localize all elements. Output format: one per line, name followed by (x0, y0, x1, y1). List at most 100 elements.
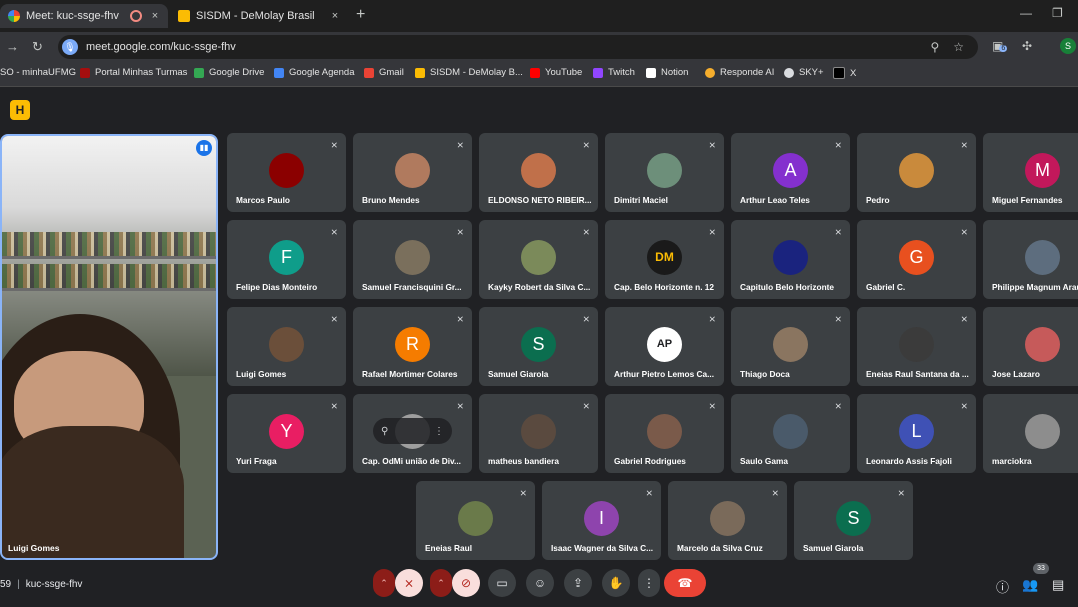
participant-tile[interactable]: ⨯ DM Cap. Belo Horizonte n. 12 (605, 220, 724, 299)
participant-tile[interactable]: ⨯ Samuel Francisquini Gr... (353, 220, 472, 299)
participant-avatar: S (521, 327, 556, 362)
participant-tile[interactable]: ⨯ Dimitri Maciel (605, 133, 724, 212)
bookmark-item[interactable]: SO - minhaUFMG (0, 67, 76, 78)
extensions-icon[interactable]: ✣ (1022, 39, 1032, 53)
participant-tile[interactable]: ⨯ AP Arthur Pietro Lemos Ca... (605, 307, 724, 386)
participant-tile[interactable]: ⨯Jose Lazaro (983, 307, 1078, 386)
bookmark-item[interactable]: X (833, 67, 856, 79)
bookmark-item[interactable]: Twitch (593, 67, 635, 78)
tile-hover-controls: ⚲ ⋮ (373, 418, 452, 444)
bookmark-item[interactable]: Google Agenda (274, 67, 355, 78)
more-options-button[interactable]: ⋮ (638, 569, 660, 597)
bookmark-item[interactable]: Notion (646, 67, 688, 78)
bookmark-item[interactable]: Portal Minhas Turmas (80, 67, 187, 78)
mic-muted-icon: ⨯ (834, 401, 842, 411)
participant-avatar (899, 153, 934, 188)
raise-hand-button[interactable]: ✋ (602, 569, 630, 597)
participant-tile[interactable]: ⨯ Saulo Gama (731, 394, 850, 473)
mic-off-button[interactable]: ⨯ (395, 569, 423, 597)
leave-call-button[interactable]: ☎ (664, 569, 706, 597)
bookmark-item[interactable]: SISDM - DeMolay B... (415, 67, 523, 78)
bookmark-star-icon[interactable]: ☆ (953, 40, 964, 54)
profile-avatar[interactable]: S (1060, 38, 1076, 54)
mic-muted-icon: ⨯ (834, 227, 842, 237)
participant-tile[interactable]: ⨯ Capitulo Belo Horizonte (731, 220, 850, 299)
participant-tile[interactable]: ⨯ Luigi Gomes (227, 307, 346, 386)
participant-tile[interactable]: ⨯ Pedro (857, 133, 976, 212)
bookmark-item[interactable]: Responde AI (705, 67, 774, 78)
participant-count-badge: 33 (1033, 563, 1049, 574)
browser-toolbar: → ↻ 🎙 meet.google.com/kuc-ssge-fhv ⚲ ☆ ▣… (0, 32, 1078, 62)
participant-tile[interactable]: ⨯ Eneias Raul Santana da ... (857, 307, 976, 386)
participant-tile[interactable]: ⨯MMiguel Fernandes (983, 133, 1078, 212)
participant-tile[interactable]: ⨯ Bruno Mendes (353, 133, 472, 212)
people-icon[interactable]: 👥 (1022, 577, 1038, 593)
participant-tile[interactable]: ⨯ S Samuel Giarola (794, 481, 913, 560)
bookmark-item[interactable]: YouTube (530, 67, 582, 78)
participant-tile[interactable]: ⨯Philippe Magnum Araujo (983, 220, 1078, 299)
minimize-icon[interactable]: — (1020, 6, 1032, 20)
bottles (2, 264, 216, 288)
participant-tile[interactable]: ⨯ Eneias Raul (416, 481, 535, 560)
meeting-details-icon[interactable]: ⓘ (996, 577, 1009, 596)
youtube-icon (530, 67, 540, 78)
bookmark-item[interactable]: SKY+ (784, 67, 824, 78)
participant-tile[interactable]: ⨯ matheus bandiera (479, 394, 598, 473)
restore-icon[interactable]: ❐ (1052, 6, 1063, 20)
participant-tile[interactable]: ⨯ I Isaac Wagner da Silva C... (542, 481, 661, 560)
participant-tile[interactable]: ⨯ A Arthur Leao Teles (731, 133, 850, 212)
mic-muted-icon: ⨯ (708, 140, 716, 150)
participant-tile[interactable]: ⨯ Gabriel Rodrigues (605, 394, 724, 473)
address-url[interactable]: meet.google.com/kuc-ssge-fhv (86, 41, 930, 53)
captions-button[interactable]: ▭ (488, 569, 516, 597)
present-button[interactable]: ⇪ (564, 569, 592, 597)
mic-muted-icon: ⨯ (519, 488, 527, 498)
camera-off-button[interactable]: ⊘ (452, 569, 480, 597)
participant-tile[interactable]: ⨯ Marcelo da Silva Cruz (668, 481, 787, 560)
site-info-icon[interactable]: 🎙 (62, 39, 78, 55)
bookmark-label: SO - minhaUFMG (0, 67, 77, 78)
speaker-tile[interactable]: ▮▮ Luigi Gomes (0, 134, 218, 560)
tab-sisdm[interactable]: SISDM - DeMolay Brasil × (170, 4, 348, 28)
participant-tile[interactable]: ⨯ S Samuel Giarola (479, 307, 598, 386)
pin-icon[interactable]: ⚲ (381, 426, 388, 437)
bookmark-favicon-icon (80, 67, 90, 78)
new-tab-button[interactable]: + (356, 6, 365, 24)
tile-more-icon[interactable]: ⋮ (434, 426, 444, 437)
tab-close-icon[interactable]: × (148, 10, 162, 22)
bookmark-item[interactable]: Google Drive (194, 67, 264, 78)
participant-tile[interactable]: ⨯ Marcos Paulo (227, 133, 346, 212)
participant-tile[interactable]: ⨯ R Rafael Mortimer Colares (353, 307, 472, 386)
reactions-button[interactable]: ☺ (526, 569, 554, 597)
participant-tile[interactable]: ⨯ F Felipe Dias Monteiro (227, 220, 346, 299)
participant-tile[interactable]: ⨯ Thiago Doca (731, 307, 850, 386)
participant-name: Capitulo Belo Horizonte (740, 282, 835, 292)
mic-muted-icon: ⨯ (582, 140, 590, 150)
reload-icon[interactable]: ↻ (32, 39, 43, 55)
notion-icon (646, 67, 656, 78)
tab-close-icon[interactable]: × (328, 10, 342, 22)
mic-muted-icon: ⨯ (960, 227, 968, 237)
participant-tile[interactable]: ⨯ Kayky Robert da Silva C... (479, 220, 598, 299)
participant-tile[interactable]: ⨯ G Gabriel C. (857, 220, 976, 299)
participant-avatar: F (269, 240, 304, 275)
video-options-button[interactable]: ⌃ (430, 569, 452, 597)
tab-search-icon[interactable]: ▣6 (992, 39, 1008, 53)
participant-tile[interactable]: ⨯ Y Yuri Fraga (227, 394, 346, 473)
participant-tile[interactable]: ⨯ ELDONSO NETO RIBEIR... (479, 133, 598, 212)
participant-tile[interactable]: ⨯marciokra (983, 394, 1078, 473)
bookmark-item[interactable]: Gmail (364, 67, 404, 78)
bookmark-label: Portal Minhas Turmas (95, 67, 188, 78)
participant-name: Jose Lazaro (992, 369, 1040, 379)
bookmark-label: Notion (661, 67, 689, 78)
forward-icon[interactable]: → (6, 39, 19, 54)
chat-icon[interactable]: ▤ (1052, 577, 1064, 593)
address-bar[interactable]: 🎙 meet.google.com/kuc-ssge-fhv ⚲ ☆ (58, 35, 978, 59)
audio-options-button[interactable]: ⌃ (373, 569, 395, 597)
tab-meet[interactable]: Meet: kuc-ssge-fhv × (0, 4, 168, 28)
x-icon (833, 67, 845, 79)
participant-tile[interactable]: ⨯ L Leonardo Assis Fajoli (857, 394, 976, 473)
search-icon[interactable]: ⚲ (930, 40, 939, 54)
participant-tile[interactable]: ⨯ ⚲ ⋮ Cap. OdMi união de Div... (353, 394, 472, 473)
participant-avatar (1025, 240, 1060, 275)
